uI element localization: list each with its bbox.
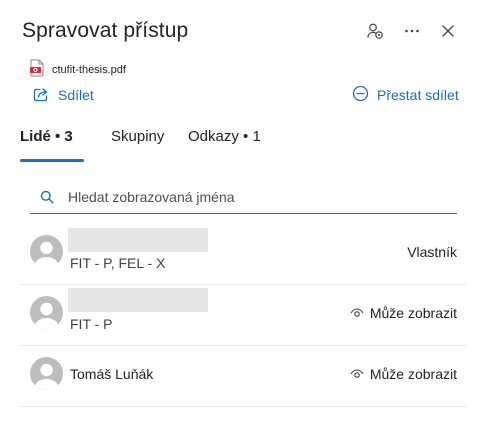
avatar: [30, 296, 63, 329]
file-info: ctufit-thesis.pdf: [30, 59, 126, 82]
people-settings-icon: [366, 22, 384, 40]
eye-icon: [350, 308, 364, 318]
pdf-file-icon: [30, 59, 44, 82]
manage-access-panel: Spravovat přístup ctufit-thesis.pdf Sdíl…: [0, 0, 486, 444]
permission-dropdown[interactable]: Může zobrazit: [350, 366, 457, 382]
search-icon: [40, 190, 54, 204]
stop-sharing-label: Přestat sdílet: [377, 87, 459, 103]
manage-people-button[interactable]: [364, 20, 386, 42]
more-options-button[interactable]: [401, 20, 423, 42]
panel-title: Spravovat přístup: [22, 19, 189, 42]
person-detail: FIT - P: [70, 316, 113, 332]
share-button[interactable]: Sdílet: [33, 85, 94, 105]
more-icon: [404, 28, 420, 34]
permission-text: Vlastník: [407, 244, 457, 260]
close-icon: [441, 24, 455, 38]
search-input[interactable]: [68, 188, 448, 205]
redacted-name: [68, 228, 208, 252]
person-name: Tomáš Luňák: [70, 366, 154, 382]
minus-circle-icon: [352, 85, 369, 105]
eye-icon: [350, 369, 364, 379]
active-tab-indicator: [20, 159, 84, 162]
person-row[interactable]: FIT - P Může zobrazit: [20, 284, 466, 346]
redacted-name: [68, 288, 208, 312]
avatar: [30, 235, 63, 268]
share-icon: [33, 86, 50, 105]
stop-sharing-button[interactable]: Přestat sdílet: [352, 85, 459, 105]
person-detail: FIT - P, FEL - X: [70, 255, 166, 271]
avatar: [30, 357, 63, 390]
permission-text: Může zobrazit: [369, 366, 457, 382]
person-row[interactable]: FIT - P, FEL - X Vlastník: [20, 223, 466, 285]
permission-label[interactable]: Vlastník: [407, 244, 457, 260]
close-button[interactable]: [437, 20, 459, 42]
tab-groups[interactable]: Skupiny: [111, 128, 164, 145]
file-name: ctufit-thesis.pdf: [52, 64, 126, 76]
permission-text: Může zobrazit: [369, 305, 457, 321]
share-label: Sdílet: [58, 87, 94, 103]
search-box[interactable]: [30, 180, 457, 214]
person-row[interactable]: Tomáš Luňák Může zobrazit: [20, 345, 466, 407]
tab-links[interactable]: Odkazy • 1: [188, 128, 261, 145]
permission-dropdown[interactable]: Může zobrazit: [350, 305, 457, 321]
tab-people[interactable]: Lidé • 3: [20, 128, 73, 145]
